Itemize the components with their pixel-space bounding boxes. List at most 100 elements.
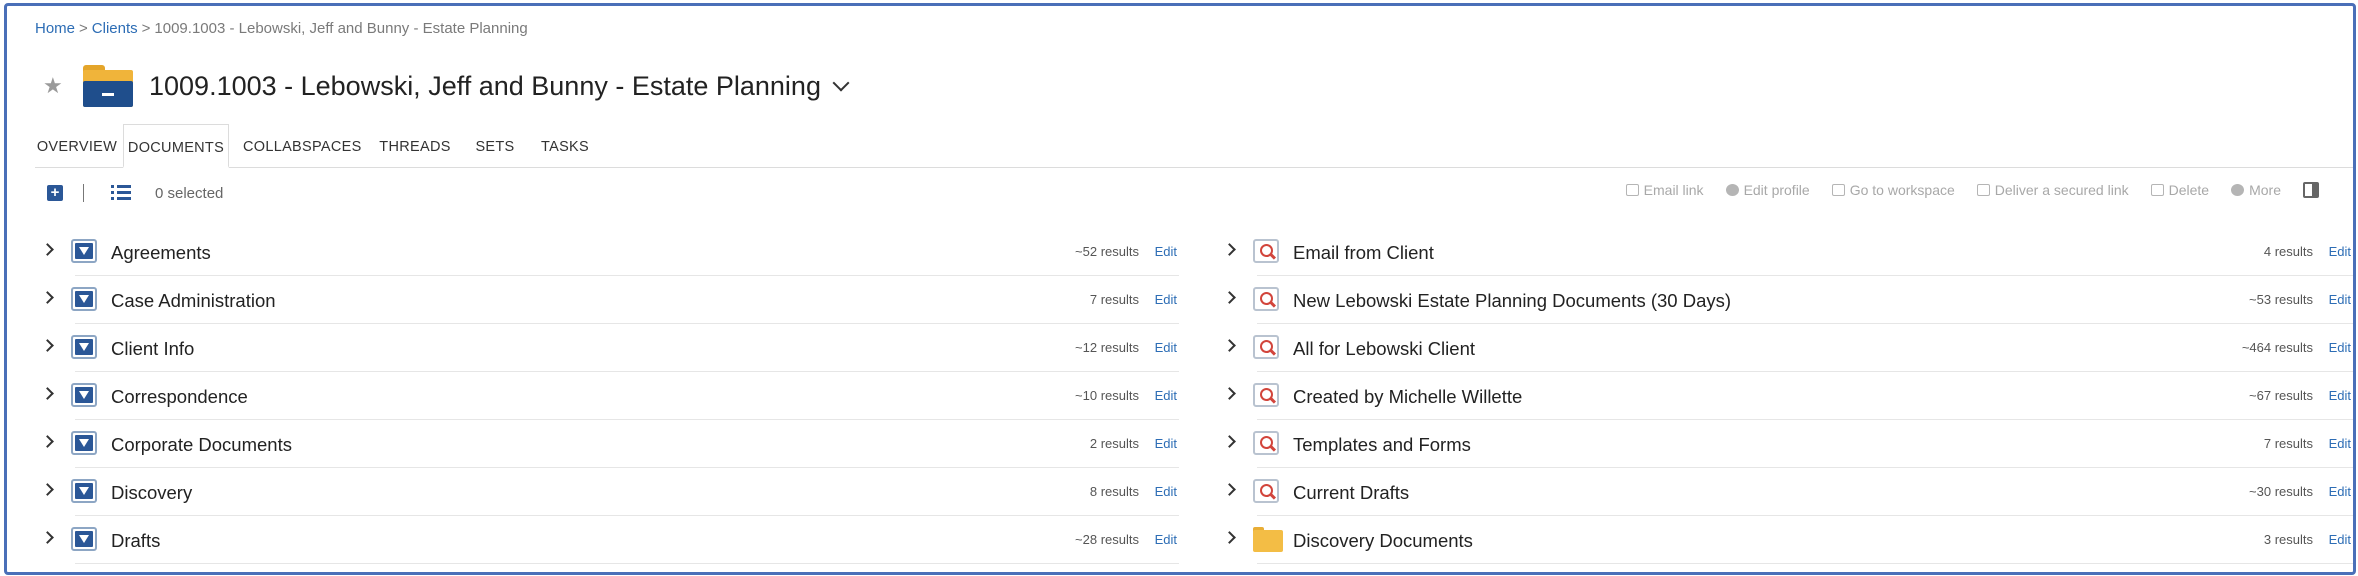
folder-name[interactable]: All for Lebowski Client (1293, 338, 1475, 360)
chevron-right-icon[interactable] (41, 435, 54, 448)
result-count: ~67 results (2249, 388, 2313, 403)
chevron-right-icon[interactable] (41, 387, 54, 400)
email-link-label: Email link (1643, 182, 1704, 198)
folder-name[interactable]: Client Info (111, 338, 194, 360)
folder-name[interactable]: Created by Michelle Willette (1293, 386, 1522, 408)
deliver-secured-link-button[interactable]: Deliver a secured link (1976, 182, 2129, 198)
folder-row[interactable]: Case Administration 7 results Edit (35, 276, 1179, 324)
delete-label: Delete (2168, 182, 2210, 198)
chevron-down-icon[interactable] (832, 74, 850, 92)
chevron-right-icon[interactable] (1223, 483, 1236, 496)
edit-link[interactable]: Edit (1155, 484, 1177, 499)
folder-row[interactable]: Client Info ~12 results Edit (35, 324, 1179, 372)
tab-documents[interactable]: DOCUMENTS (123, 124, 229, 168)
edit-link[interactable]: Edit (1155, 436, 1177, 451)
folder-name[interactable]: Current Drafts (1293, 482, 1409, 504)
folder-row[interactable]: Current Drafts ~30 results Edit (1217, 468, 2353, 516)
edit-link[interactable]: Edit (2329, 436, 2351, 451)
folder-row[interactable]: New Lebowski Estate Planning Documents (… (1217, 276, 2353, 324)
edit-link[interactable]: Edit (2329, 244, 2351, 259)
folder-row[interactable]: Corporate Documents 2 results Edit (35, 420, 1179, 468)
folder-name[interactable]: Discovery (111, 482, 192, 504)
tab-threads[interactable]: THREADS (373, 124, 457, 168)
folder-name[interactable]: Case Administration (111, 290, 276, 312)
more-icon (2231, 184, 2245, 196)
right-folder-list: Email from Client 4 results Edit New Leb… (1217, 228, 2353, 564)
result-count: 2 results (1089, 436, 1139, 451)
tab-overview[interactable]: OVERVIEW (35, 124, 119, 168)
folder-icon (83, 65, 133, 107)
go-to-workspace-label: Go to workspace (1849, 182, 1955, 198)
chevron-right-icon[interactable] (1223, 243, 1236, 256)
folder-row[interactable]: Correspondence ~10 results Edit (35, 372, 1179, 420)
more-button[interactable]: More (2231, 182, 2281, 198)
breadcrumb-clients-link[interactable]: Clients (92, 20, 138, 37)
breadcrumb-home-link[interactable]: Home (35, 20, 75, 37)
folder-name[interactable]: Templates and Forms (1293, 434, 1471, 456)
chevron-right-icon[interactable] (1223, 339, 1236, 352)
folder-name[interactable]: Drafts (111, 530, 160, 552)
result-count: 4 results (2263, 244, 2313, 259)
folder-name[interactable]: Correspondence (111, 386, 248, 408)
filter-folder-icon (71, 527, 97, 551)
edit-link[interactable]: Edit (1155, 532, 1177, 547)
edit-link[interactable]: Edit (2329, 388, 2351, 403)
list-view-icon[interactable] (111, 185, 131, 201)
chevron-right-icon[interactable] (1223, 291, 1236, 304)
folder-row[interactable]: All for Lebowski Client ~464 results Edi… (1217, 324, 2353, 372)
toolbar-actions: Email link Edit profile Go to workspace … (1625, 182, 2319, 198)
chevron-right-icon[interactable] (41, 243, 54, 256)
edit-link[interactable]: Edit (2329, 532, 2351, 547)
folder-row[interactable]: Agreements ~52 results Edit (35, 228, 1179, 276)
folder-name[interactable]: Discovery Documents (1293, 530, 1473, 552)
tab-collabspaces[interactable]: COLLABSPACES (243, 124, 361, 168)
filter-folder-icon (71, 383, 97, 407)
folder-row[interactable]: Drafts ~28 results Edit (35, 516, 1179, 564)
folder-row[interactable]: Email from Client 4 results Edit (1217, 228, 2353, 276)
tab-sets[interactable]: SETS (469, 124, 521, 168)
edit-link[interactable]: Edit (1155, 388, 1177, 403)
edit-link[interactable]: Edit (2329, 292, 2351, 307)
edit-link[interactable]: Edit (2329, 340, 2351, 355)
filter-folder-icon (71, 239, 97, 263)
filter-folder-icon (71, 335, 97, 359)
chevron-right-icon[interactable] (41, 339, 54, 352)
folder-row[interactable]: Discovery 8 results Edit (35, 468, 1179, 516)
folder-row[interactable]: Created by Michelle Willette ~67 results… (1217, 372, 2353, 420)
edit-link[interactable]: Edit (2329, 484, 2351, 499)
breadcrumb: Home > Clients >1009.1003 - Lebowski, Jeff … (35, 20, 528, 37)
result-count: 3 results (2263, 532, 2313, 547)
chevron-right-icon[interactable] (41, 531, 54, 544)
star-icon[interactable]: ★ (43, 73, 69, 99)
chevron-right-icon[interactable] (1223, 435, 1236, 448)
edit-link[interactable]: Edit (1155, 292, 1177, 307)
chevron-right-icon[interactable] (41, 483, 54, 496)
email-link-button[interactable]: Email link (1625, 182, 1704, 198)
folder-name[interactable]: Corporate Documents (111, 434, 292, 456)
result-count: 7 results (1089, 292, 1139, 307)
folder-row[interactable]: Discovery Documents 3 results Edit (1217, 516, 2353, 564)
result-count: ~10 results (1075, 388, 1139, 403)
go-to-workspace-button[interactable]: Go to workspace (1831, 182, 1955, 198)
more-label: More (2249, 182, 2281, 198)
breadcrumb-separator: > (141, 20, 151, 37)
folder-name[interactable]: Email from Client (1293, 242, 1434, 264)
edit-link[interactable]: Edit (1155, 244, 1177, 259)
breadcrumb-current: 1009.1003 - Lebowski, Jeff and Bunny - E… (154, 20, 528, 37)
tab-tasks[interactable]: TASKS (533, 124, 597, 168)
folder-name[interactable]: Agreements (111, 242, 211, 264)
folder-name[interactable]: New Lebowski Estate Planning Documents (… (1293, 290, 1731, 312)
panel-toggle-icon[interactable] (2303, 182, 2319, 198)
search-folder-icon (1253, 239, 1279, 263)
edit-link[interactable]: Edit (1155, 340, 1177, 355)
chevron-right-icon[interactable] (41, 291, 54, 304)
chevron-right-icon[interactable] (1223, 387, 1236, 400)
delete-button[interactable]: Delete (2150, 182, 2210, 198)
add-icon[interactable]: + (47, 185, 63, 201)
left-folder-list: Agreements ~52 results Edit Case Adminis… (35, 228, 1179, 564)
folder-row[interactable]: Templates and Forms 7 results Edit (1217, 420, 2353, 468)
edit-profile-button[interactable]: Edit profile (1725, 182, 1810, 198)
chevron-right-icon[interactable] (1223, 531, 1236, 544)
filter-folder-icon (71, 431, 97, 455)
secured-link-icon (1976, 184, 1990, 196)
